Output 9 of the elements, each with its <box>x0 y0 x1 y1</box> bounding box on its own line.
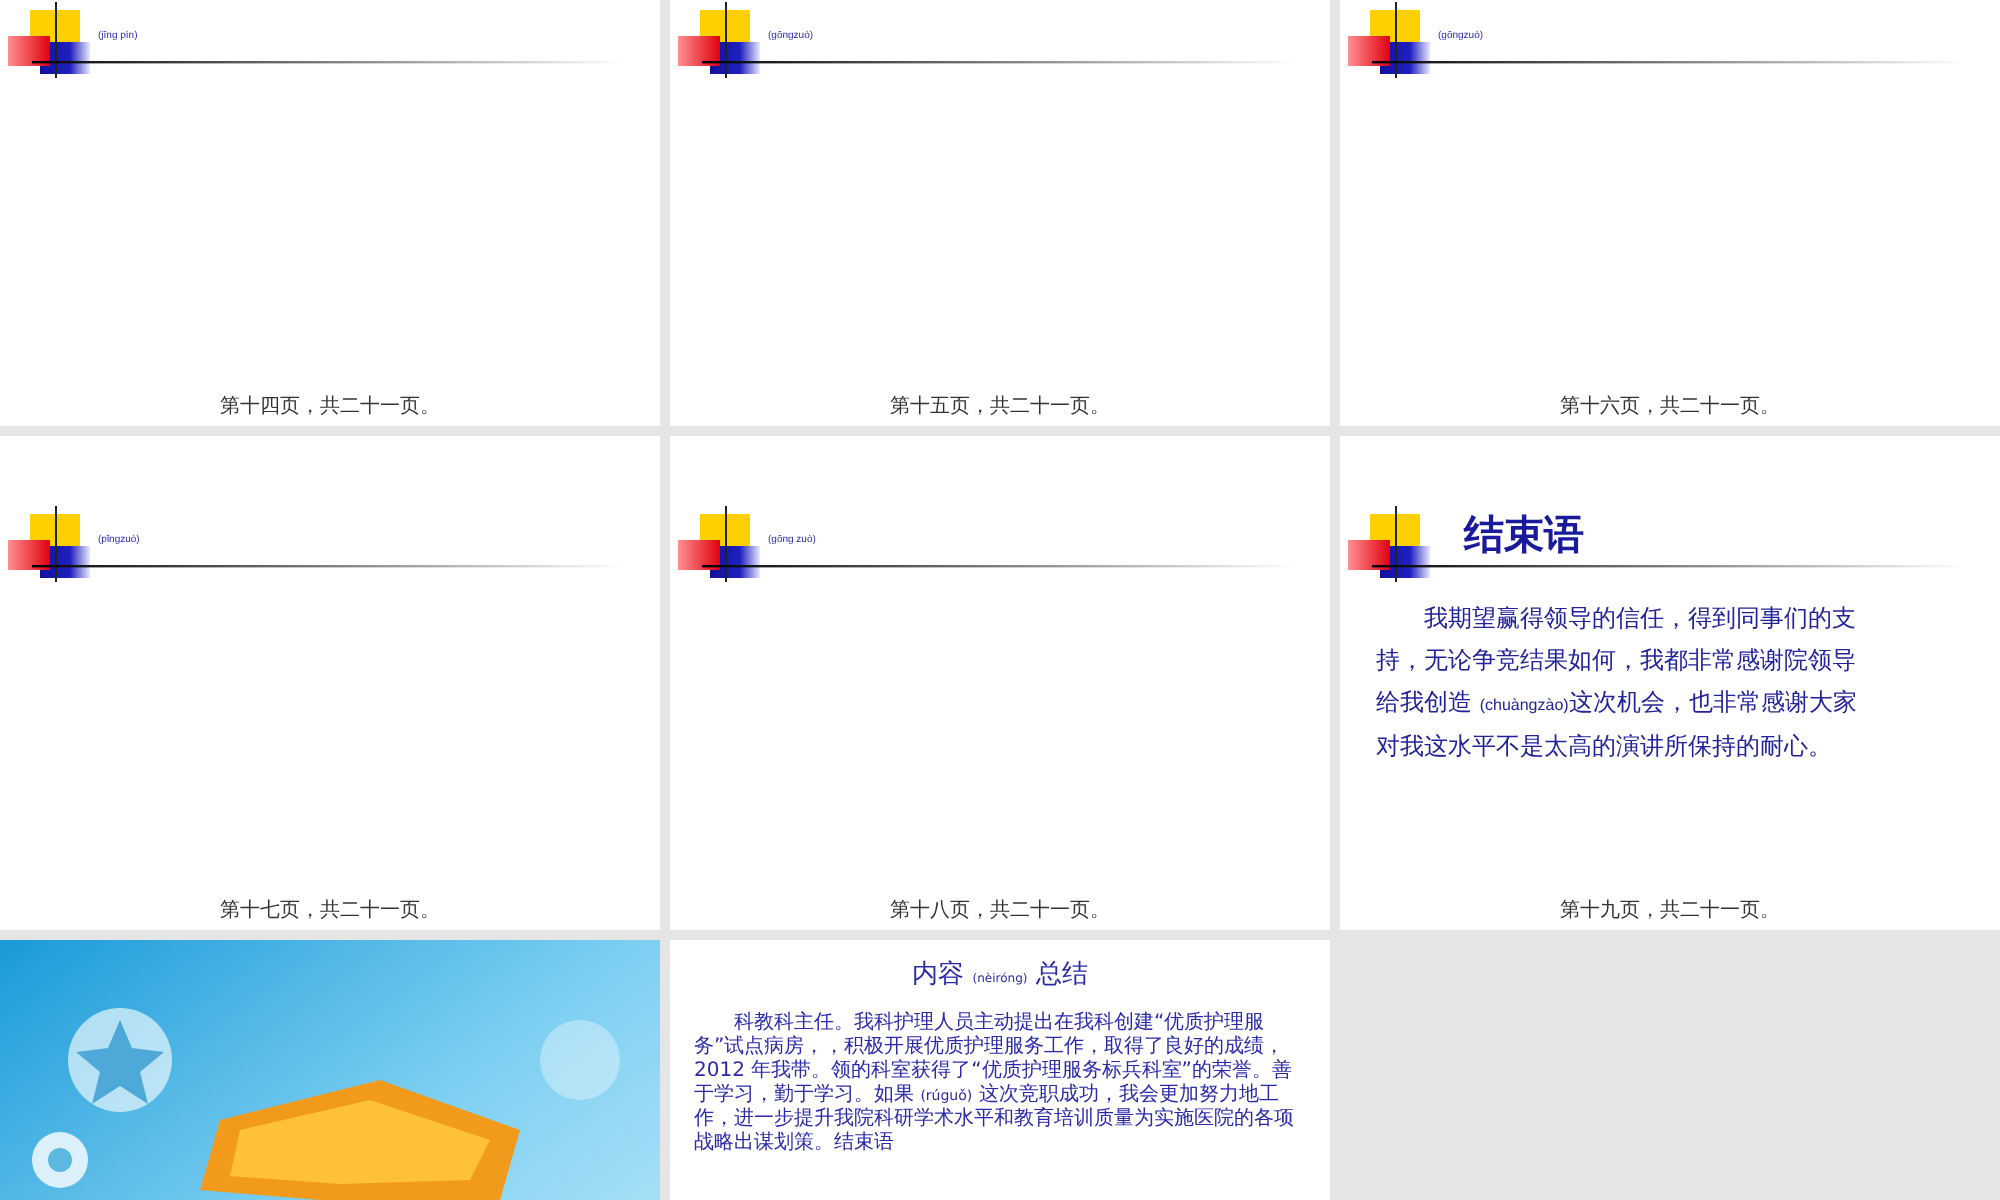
slide-page-number: 第十七页，共二十一页。 <box>218 897 442 924</box>
slide-body-text: 我期望赢得领导的信任，得到同事们的支持，无论争竞结果如何，我都非常感谢院领导给我创造 (chuàngzào)这次机会，也非常感谢大家对我这水平不是太高的演讲所保持的耐心。 <box>1376 602 1859 764</box>
slide-page-number: 第十四页，共二十一页。 <box>218 393 442 420</box>
slide-page-number: 第十五页，共二十一页。 <box>888 393 1112 420</box>
slide-page-number: 第十六页，共二十一页。 <box>1558 393 1782 420</box>
slide-page-number: 第十八页，共二十一页。 <box>888 897 1112 924</box>
slide-thumbnail[interactable]: 结束语 我期望赢得领导的信任，得到同事们的支持，无论争竞结果如何，我都非常感谢院领导给我创造 (chuàngzào)这次机会，也非常感谢大家对我这水平不是太高的演讲所保持的耐心。 第十九页，共二十一页。 <box>1340 436 2000 930</box>
slide-title: 结束语 <box>1464 508 1584 562</box>
slide-page-number: 第十九页，共二十一页。 <box>1558 897 1782 924</box>
